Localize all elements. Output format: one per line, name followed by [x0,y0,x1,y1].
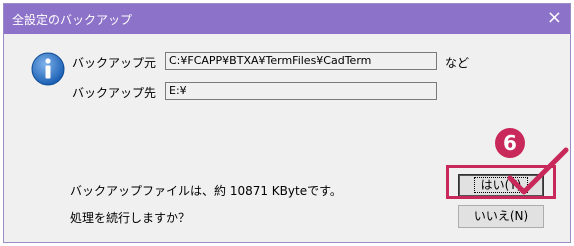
close-icon[interactable]: × [547,7,562,29]
confirm-message: 処理を続行しますか？ [70,211,191,225]
info-icon [31,52,65,86]
source-path-field: C:¥FCAPP¥BTXA¥TermFiles¥CadTerm [165,52,437,70]
no-button[interactable]: いいえ(N) [458,205,544,228]
yes-button[interactable]: はい(Y) [458,174,544,197]
destination-label: バックアップ先 [72,86,157,100]
window-title: 全設定のバックアップ [12,13,133,27]
yes-button-label: はい(Y) [473,177,529,193]
step-badge: 6 [495,128,525,158]
source-suffix: など [445,56,470,70]
source-label: バックアップ元 [72,56,157,70]
backup-dialog: 全設定のバックアップ × バックアップ元 C:¥FCAPP¥BTXA¥TermF… [3,3,571,243]
size-message: バックアップファイルは、約 10871 KByteです。 [70,184,342,198]
destination-path-field: E:¥ [165,82,437,100]
title-bar: 全設定のバックアップ × [4,4,570,34]
